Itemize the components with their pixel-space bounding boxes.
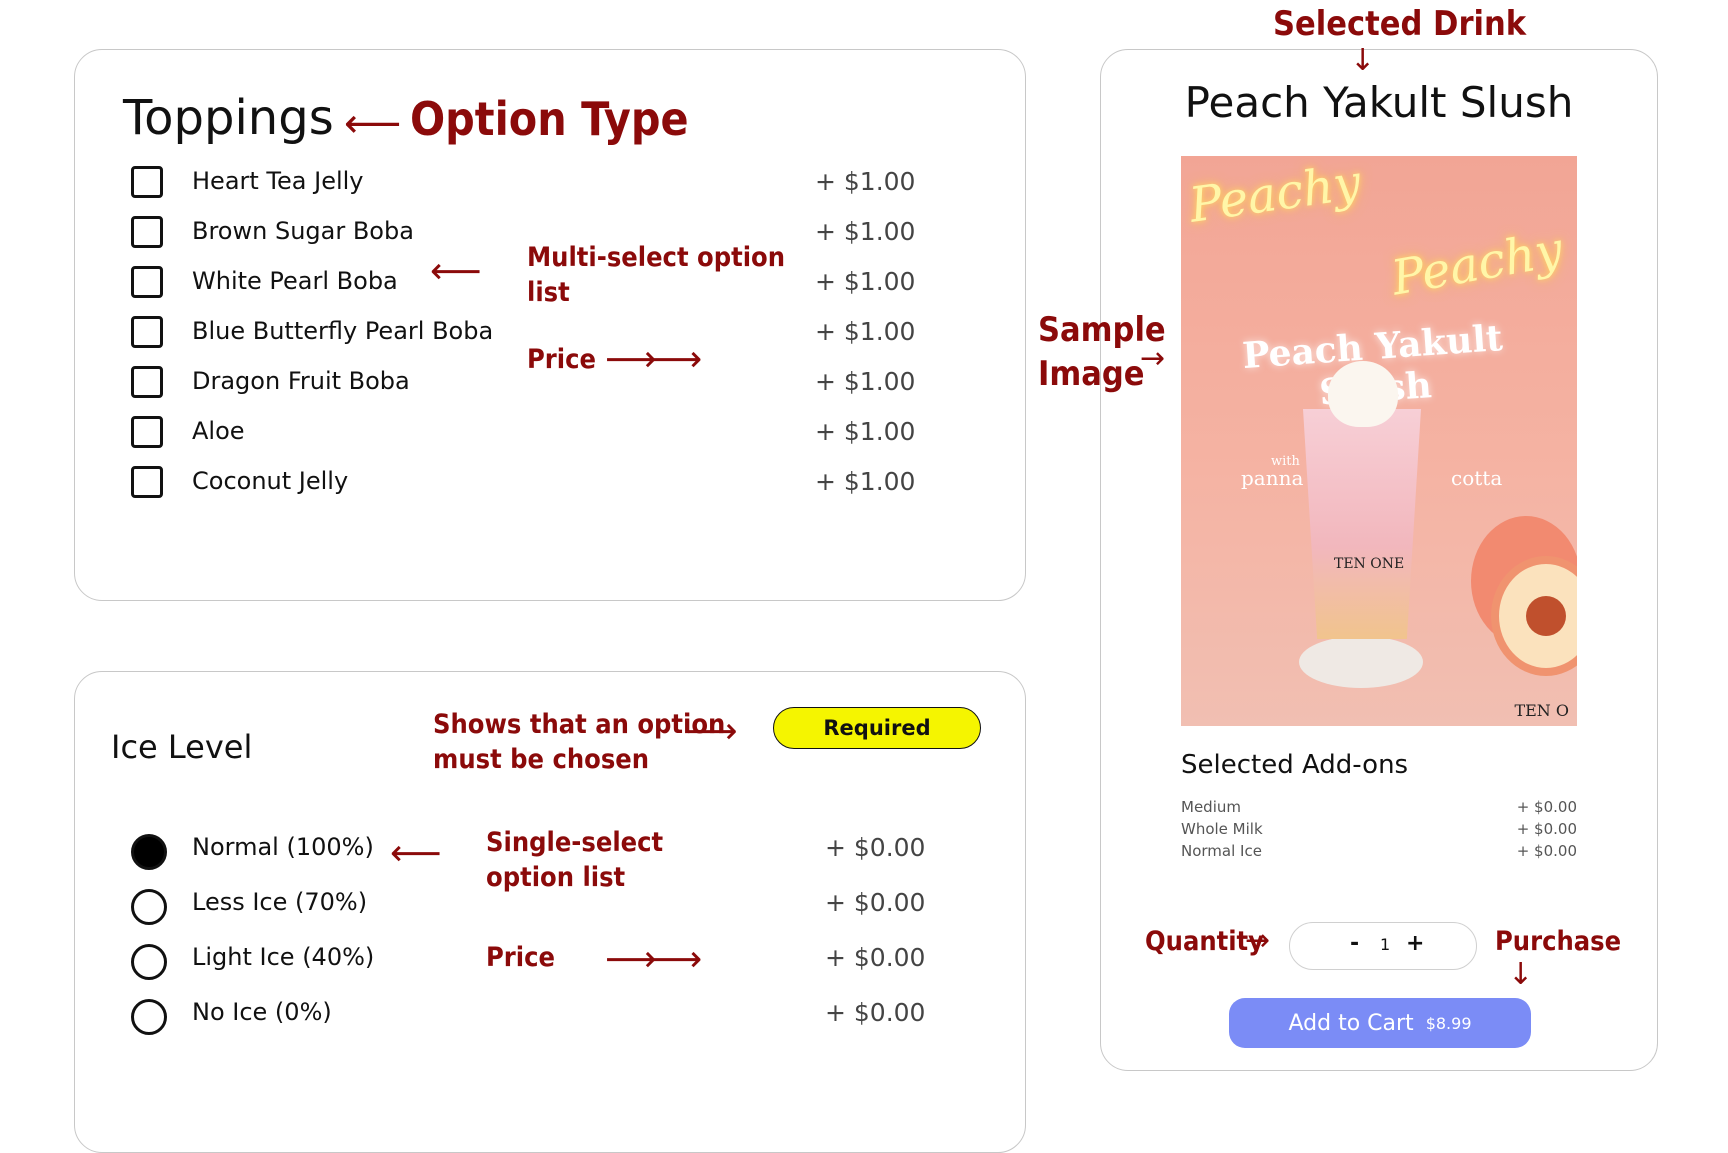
image-neon-text: Peachy [1185, 156, 1365, 234]
topping-label: White Pearl Boba [192, 267, 398, 295]
annotation-purchase: Purchase [1495, 926, 1622, 957]
drink-title: Peach Yakult Slush [1184, 78, 1574, 127]
addon-price: + $0.00 [1516, 842, 1577, 860]
ice-level-title: Ice Level [111, 728, 253, 766]
quantity-value: 1 [1380, 935, 1391, 954]
image-text-panna: panna [1241, 466, 1304, 490]
topping-label: Heart Tea Jelly [192, 167, 364, 195]
topping-option[interactable]: Heart Tea Jelly + $1.00 [75, 163, 1025, 213]
ice-price: + $0.00 [825, 943, 926, 972]
arrow-down-icon: ↓ [1508, 957, 1534, 992]
addon-label: Whole Milk [1181, 820, 1263, 838]
arrow-right-icon: ⟶⟶ [605, 939, 702, 980]
addon-row: Normal Ice + $0.00 [1181, 842, 1577, 860]
topping-price: + $1.00 [815, 367, 916, 396]
required-badge: Required [773, 707, 981, 749]
annotation-line: Shows that an option [433, 709, 726, 740]
add-to-cart-price: $8.99 [1425, 1013, 1472, 1033]
quantity-decrement-button[interactable]: - [1350, 931, 1359, 956]
topping-price: + $1.00 [815, 467, 916, 496]
ice-label: Light Ice (40%) [192, 943, 375, 971]
arrow-right-icon: ⟶⟶ [605, 339, 702, 380]
annotation-line: Multi-select option [527, 242, 786, 273]
annotation-line: list [527, 277, 570, 309]
topping-price: + $1.00 [815, 217, 916, 246]
ice-label: Normal (100%) [192, 833, 374, 861]
annotation-line: Single-select [486, 827, 664, 858]
topping-checkbox[interactable] [131, 166, 163, 198]
toppings-title: Toppings [123, 90, 334, 146]
topping-price: + $1.00 [815, 167, 916, 196]
image-peach-pit [1526, 596, 1566, 636]
selected-addons-title: Selected Add-ons [1181, 750, 1409, 780]
drink-detail-card: Peach Yakult Slush Peachy Peachy Peach Y… [1100, 49, 1658, 1071]
annotation-multi-select: Multi-select option list [527, 240, 785, 310]
addon-row: Whole Milk + $0.00 [1181, 820, 1577, 838]
topping-checkbox[interactable] [131, 266, 163, 298]
topping-checkbox[interactable] [131, 216, 163, 248]
arrow-down-icon: ↓ [1350, 43, 1376, 78]
topping-option[interactable]: Coconut Jelly + $1.00 [75, 463, 1025, 513]
ice-label: No Ice (0%) [192, 998, 332, 1026]
arrow-right-icon: → [1245, 923, 1271, 958]
topping-checkbox[interactable] [131, 466, 163, 498]
topping-checkbox[interactable] [131, 366, 163, 398]
addon-row: Medium + $0.00 [1181, 798, 1577, 816]
arrow-left-icon: ⟵ [430, 251, 482, 292]
ice-option[interactable]: No Ice (0%) + $0.00 [75, 994, 1025, 1044]
ice-radio[interactable] [131, 999, 167, 1035]
ice-label: Less Ice (70%) [192, 888, 368, 916]
add-to-cart-label: Add to Cart [1288, 1010, 1414, 1036]
topping-label: Dragon Fruit Boba [192, 367, 410, 395]
image-coaster [1299, 636, 1423, 688]
arrow-left-icon: ⟵ [344, 101, 402, 147]
topping-option[interactable]: Aloe + $1.00 [75, 413, 1025, 463]
image-text-cotta: cotta [1451, 466, 1503, 490]
image-cup-brand: TEN ONE [1334, 556, 1405, 572]
topping-label: Blue Butterfly Pearl Boba [192, 317, 494, 345]
addon-label: Normal Ice [1181, 842, 1262, 860]
quantity-stepper[interactable]: - 1 + [1289, 922, 1477, 970]
arrow-right-icon: → [1140, 341, 1166, 376]
topping-label: Aloe [192, 417, 245, 445]
topping-price: + $1.00 [815, 317, 916, 346]
addon-label: Medium [1181, 798, 1241, 816]
annotation-selected-drink: Selected Drink [1273, 4, 1527, 44]
annotation-line: must be chosen [433, 744, 650, 776]
image-corner-brand: TEN O [1514, 701, 1569, 720]
annotation-required: Shows that an option must be chosen [433, 707, 725, 777]
drink-sample-image: Peachy Peachy Peach Yakult Slush with pa… [1181, 156, 1577, 726]
annotation-line: option list [486, 862, 626, 894]
topping-price: + $1.00 [815, 417, 916, 446]
image-cup [1303, 409, 1421, 639]
ice-price: + $0.00 [825, 998, 926, 1027]
ice-price: + $0.00 [825, 888, 926, 917]
topping-price: + $1.00 [815, 267, 916, 296]
addon-price: + $0.00 [1516, 820, 1577, 838]
annotation-price: Price [527, 344, 596, 375]
ice-price: + $0.00 [825, 833, 926, 862]
ice-radio[interactable] [131, 944, 167, 980]
image-neon-text: Peachy [1387, 221, 1567, 307]
annotation-single-select: Single-select option list [486, 825, 663, 895]
topping-checkbox[interactable] [131, 416, 163, 448]
image-panna-cotta [1328, 361, 1398, 427]
topping-label: Coconut Jelly [192, 467, 349, 495]
annotation-option-type: Option Type [410, 92, 689, 146]
topping-checkbox[interactable] [131, 316, 163, 348]
addon-price: + $0.00 [1516, 798, 1577, 816]
quantity-increment-button[interactable]: + [1406, 931, 1424, 956]
ice-radio[interactable] [131, 889, 167, 925]
topping-label: Brown Sugar Boba [192, 217, 414, 245]
add-to-cart-button[interactable]: Add to Cart $8.99 [1229, 998, 1531, 1048]
arrow-left-icon: ⟵ [390, 833, 442, 874]
arrow-right-icon: ⟶ [686, 711, 738, 752]
annotation-price: Price [486, 942, 555, 973]
ice-radio-selected[interactable] [131, 834, 167, 870]
